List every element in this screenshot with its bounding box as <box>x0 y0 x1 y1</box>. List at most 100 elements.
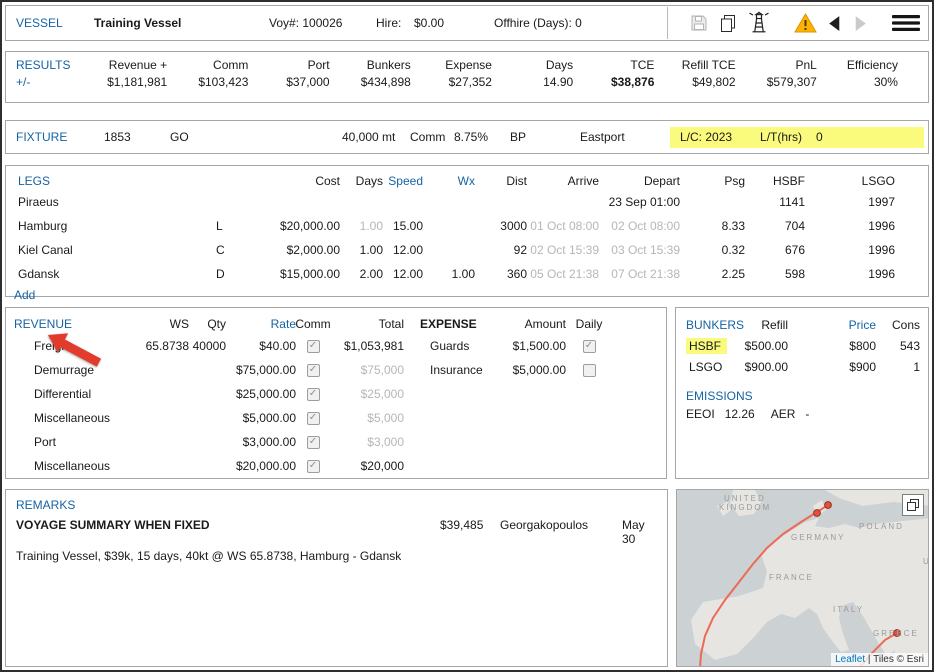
save-icon[interactable] <box>689 13 709 33</box>
fixture-terms[interactable]: BP <box>510 130 580 144</box>
leg-wx[interactable] <box>423 238 475 262</box>
comm-checkbox[interactable] <box>307 388 320 401</box>
revenue-rate-value[interactable]: $25,000.00 <box>226 382 296 406</box>
leg-speed[interactable] <box>383 190 423 214</box>
revenue-rate-value[interactable]: $20,000.00 <box>226 454 296 478</box>
route-map[interactable]: UNITED KINGDOM POLAND GERMANY FRANCE ITA… <box>676 489 929 667</box>
comm-checkbox[interactable] <box>307 364 320 377</box>
laycan-value[interactable]: L/C: 2023 <box>680 130 732 144</box>
bunker-refill-value[interactable]: $500.00 <box>732 335 788 356</box>
results-col-label: PnL <box>736 58 817 72</box>
vessel-section-label[interactable]: VESSEL <box>16 16 63 30</box>
vessel-name[interactable]: Training Vessel <box>94 16 181 30</box>
results-refill-tce-value: $49,802 <box>654 75 735 89</box>
leg-wx[interactable]: 1.00 <box>423 262 475 286</box>
revenue-rate-value[interactable]: $40.00 <box>226 334 296 358</box>
leg-port[interactable]: Gdansk <box>10 262 216 286</box>
leg-wx[interactable] <box>423 214 475 238</box>
leg-port[interactable]: Piraeus <box>10 190 216 214</box>
expense-block: EXPENSE Amount Daily Guards $1,500.00 In… <box>420 314 652 382</box>
leg-speed[interactable]: 15.00 <box>383 214 423 238</box>
leg-cost[interactable]: $2,000.00 <box>246 238 340 262</box>
laytime-label: L/T(hrs) <box>760 130 802 144</box>
leg-days[interactable] <box>340 190 383 214</box>
leaflet-link[interactable]: Leaflet <box>835 654 865 665</box>
bunker-grade-lsgo[interactable]: LSGO <box>686 360 722 374</box>
daily-checkbox[interactable] <box>583 340 596 353</box>
leg-cost[interactable]: $15,000.00 <box>246 262 340 286</box>
bunker-refill-value[interactable]: $900.00 <box>732 356 788 377</box>
results-adjust-link[interactable]: +/- <box>16 75 86 89</box>
leg-arrive: 05 Oct 21:38 <box>527 262 599 286</box>
leg-wx[interactable] <box>423 190 475 214</box>
revenue-rate-value[interactable]: $75,000.00 <box>226 358 296 382</box>
copy-icon[interactable] <box>718 13 738 33</box>
bunkers-header-price[interactable]: Price <box>788 314 876 335</box>
revenue-qty-value[interactable]: 40000 <box>189 334 226 358</box>
voyage-number-value[interactable]: 100026 <box>302 16 342 30</box>
fixture-cargo[interactable]: GO <box>170 130 342 144</box>
fixture-quantity[interactable]: 40,000 mt <box>342 130 410 144</box>
remark-item[interactable]: VOYAGE SUMMARY WHEN FIXED $39,485 Georga… <box>16 518 657 546</box>
leg-dist[interactable]: 3000 <box>475 214 527 238</box>
leg-dist[interactable]: 360 <box>475 262 527 286</box>
leg-days[interactable]: 1.00 <box>340 238 383 262</box>
leg-port[interactable]: Hamburg <box>10 214 216 238</box>
hire-value[interactable]: $0.00 <box>414 16 444 30</box>
bunker-cons-value: 1 <box>876 356 920 377</box>
warning-icon[interactable] <box>794 13 817 33</box>
expense-amount-value[interactable]: $1,500.00 <box>494 334 566 358</box>
revenue-header-ws: WS <box>134 314 189 334</box>
comm-checkbox[interactable] <box>307 340 320 353</box>
remark-body: Training Vessel, $39k, 15 days, 40kt @ W… <box>16 549 657 563</box>
bunker-grade-hsbf[interactable]: HSBF <box>686 338 727 354</box>
bunker-price-value[interactable]: $900 <box>788 356 876 377</box>
emissions-section-label: EMISSIONS <box>686 389 918 403</box>
fixture-port[interactable]: Eastport <box>580 130 670 144</box>
menu-icon[interactable] <box>892 13 920 33</box>
port-marker-gdansk[interactable] <box>824 502 831 509</box>
results-efficiency-value: 30% <box>817 75 898 89</box>
leg-dist[interactable] <box>475 190 527 214</box>
revenue-header-rate[interactable]: Rate <box>226 314 296 334</box>
laytime-value[interactable]: 0 <box>816 130 823 144</box>
legs-header-wx[interactable]: Wx <box>423 171 475 190</box>
fixture-comm-value[interactable]: 8.75% <box>454 130 510 144</box>
remark-amount: $39,485 <box>440 518 500 546</box>
eeoi-value: 12.26 <box>725 407 755 421</box>
revenue-rate-value[interactable]: $3,000.00 <box>226 430 296 454</box>
results-port-value: $37,000 <box>248 75 329 89</box>
hire-label: Hire: <box>376 16 401 30</box>
expense-header-daily: Daily <box>566 314 612 334</box>
leg-arrive: 02 Oct 15:39 <box>527 238 599 262</box>
expense-amount-value[interactable]: $5,000.00 <box>494 358 566 382</box>
port-marker-hamburg[interactable] <box>813 510 820 517</box>
bunker-price-value[interactable]: $800 <box>788 335 876 356</box>
legs-header-speed[interactable]: Speed <box>383 171 423 190</box>
add-leg-link[interactable]: Add <box>10 286 899 302</box>
leg-speed[interactable]: 12.00 <box>383 238 423 262</box>
map-expand-button[interactable] <box>902 494 924 516</box>
leg-dist[interactable]: 92 <box>475 238 527 262</box>
leg-port[interactable]: Kiel Canal <box>10 238 216 262</box>
forward-arrow-icon[interactable] <box>852 15 869 32</box>
leg-speed[interactable]: 12.00 <box>383 262 423 286</box>
leg-cost[interactable] <box>246 190 340 214</box>
leg-cost[interactable]: $20,000.00 <box>246 214 340 238</box>
revenue-ws-value[interactable]: 65.8738 <box>134 334 189 358</box>
comm-checkbox[interactable] <box>307 412 320 425</box>
leg-days[interactable]: 2.00 <box>340 262 383 286</box>
leg-days[interactable]: 1.00 <box>340 214 383 238</box>
revenue-rate-value[interactable]: $5,000.00 <box>226 406 296 430</box>
back-arrow-icon[interactable] <box>826 15 843 32</box>
map-attribution: Leaflet | Tiles © Esri <box>831 653 928 666</box>
fixture-laycan-field[interactable]: L/C: 2023 L/T(hrs) 0 <box>670 127 924 148</box>
results-panel: RESULTS Revenue + Comm Port Bunkers Expe… <box>5 51 929 103</box>
lighthouse-icon[interactable] <box>747 11 771 35</box>
fixture-number[interactable]: 1853 <box>104 130 170 144</box>
comm-checkbox[interactable] <box>307 460 320 473</box>
daily-checkbox[interactable] <box>583 364 596 377</box>
comm-checkbox[interactable] <box>307 436 320 449</box>
revenue-section-label[interactable]: REVENUE <box>14 314 134 334</box>
offhire-value[interactable]: 0 <box>575 16 582 30</box>
